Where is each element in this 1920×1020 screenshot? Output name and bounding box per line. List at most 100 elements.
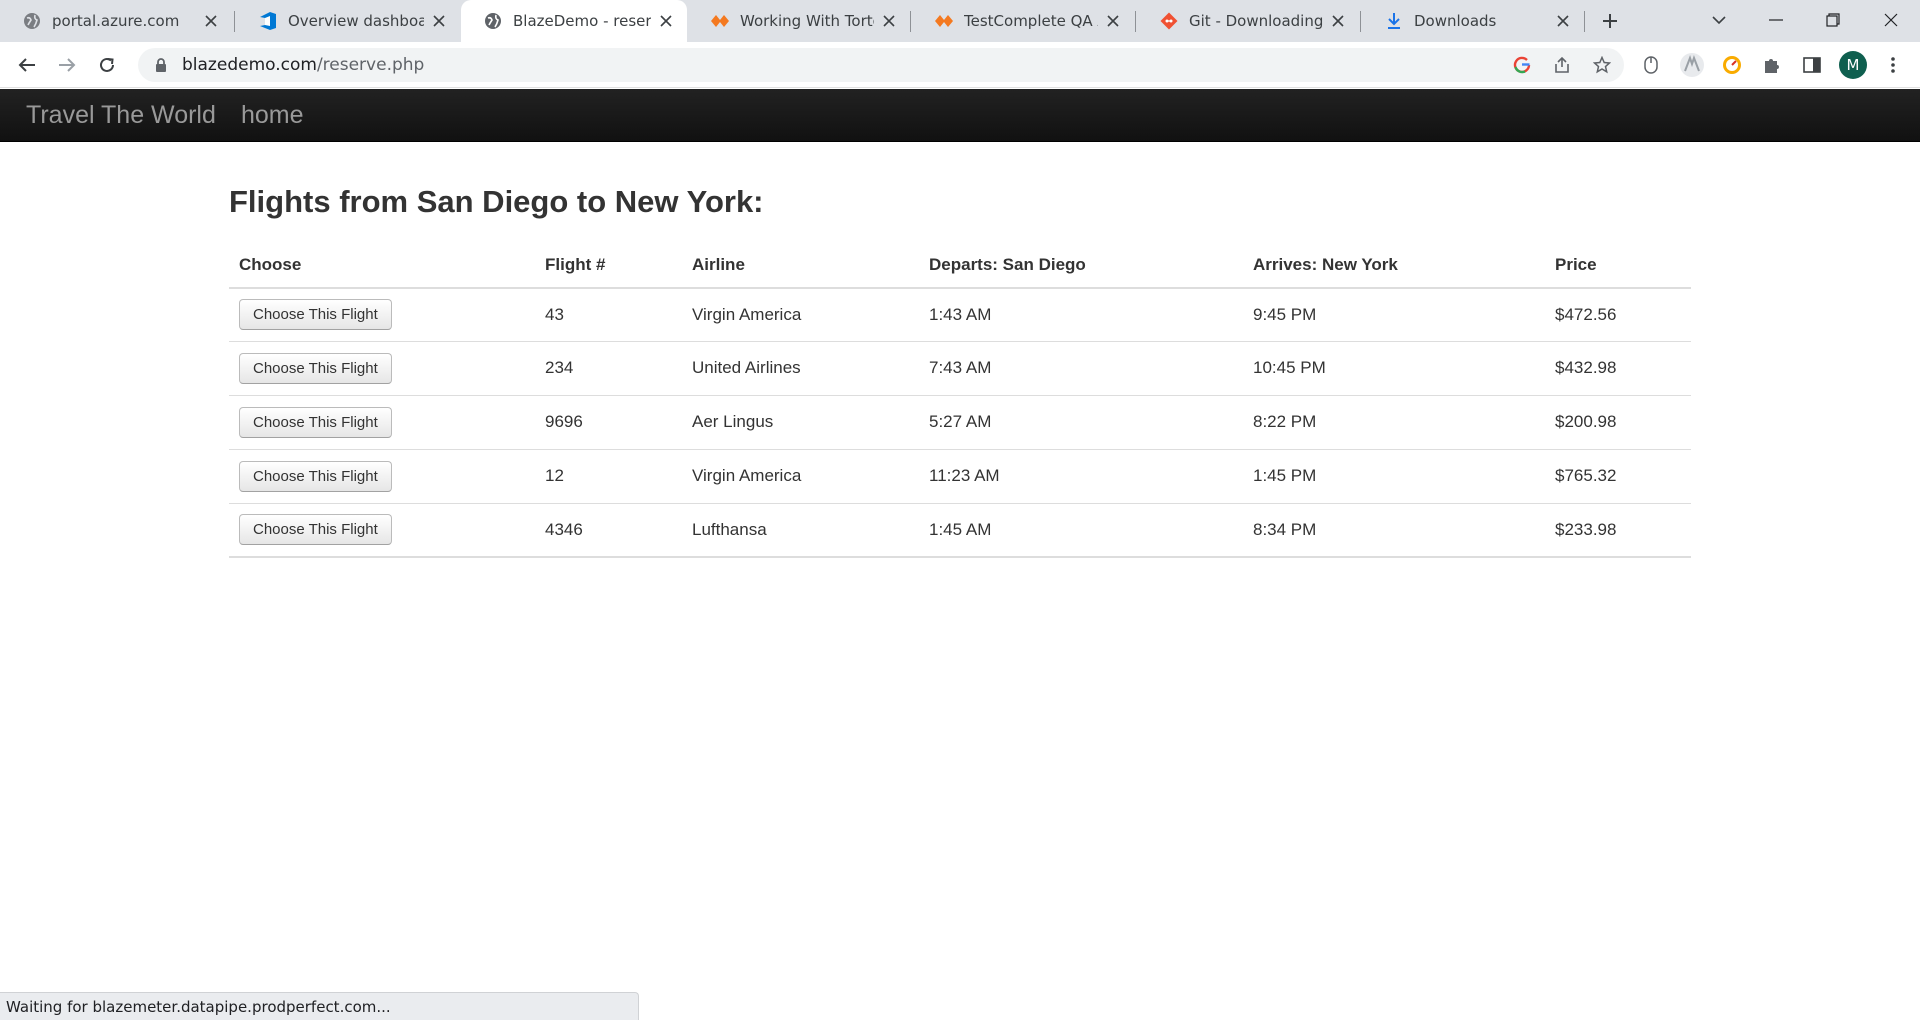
flight-number: 43: [545, 304, 564, 324]
price: $432.98: [1545, 340, 1691, 395]
close-window-button[interactable]: [1871, 0, 1911, 40]
close-icon: [1884, 13, 1898, 27]
speedometer-icon: [1723, 56, 1741, 74]
extension-arrow[interactable]: [1678, 51, 1706, 79]
reload-button[interactable]: [93, 51, 121, 79]
smartbear-icon: [710, 11, 730, 31]
price: $472.56: [1555, 304, 1617, 324]
arrival-time: 8:34 PM: [1243, 502, 1545, 558]
choose-flight-button[interactable]: Choose This Flight: [239, 299, 392, 331]
tab-portal-azure[interactable]: portal.azure.com: [0, 0, 232, 42]
airline: Aer Lingus: [682, 394, 919, 449]
departure-time: 1:45 AM: [919, 502, 1243, 558]
tab-title: Working With Tortoise: [740, 12, 874, 30]
departure-time: 11:23 AM: [919, 448, 1243, 503]
browser-toolbar: blazedemo.com/reserve.php M: [0, 42, 1920, 88]
close-icon[interactable]: [1104, 12, 1122, 30]
tab-testcomplete-qa[interactable]: TestComplete QA Arch: [912, 0, 1134, 42]
choose-cell: Choose This Flight: [229, 448, 535, 503]
plus-icon: [1603, 14, 1617, 28]
chevron-down-icon: [1712, 16, 1726, 25]
close-icon[interactable]: [1554, 12, 1572, 30]
airline: United Airlines: [682, 340, 919, 395]
tab-search-button[interactable]: [1699, 0, 1739, 40]
close-icon[interactable]: [430, 12, 448, 30]
google-lens-button[interactable]: [1508, 51, 1536, 79]
restore-button[interactable]: [1813, 0, 1853, 40]
globe-icon: [22, 11, 42, 31]
flight-number: 234: [535, 340, 682, 395]
flights-table: Choose Flight # Airline Departs: San Die…: [229, 243, 1691, 558]
url-text[interactable]: blazedemo.com/reserve.php: [182, 55, 424, 75]
arrival-time: 9:45 PM: [1253, 304, 1317, 324]
airline: Virgin America: [692, 304, 802, 324]
tab-strip: portal.azure.com Overview dashboard - Bl…: [0, 0, 1920, 42]
url-path: /reserve.php: [316, 55, 425, 75]
minimize-icon: [1769, 19, 1783, 21]
status-bubble: Waiting for blazemeter.datapipe.prodperf…: [0, 992, 639, 1020]
tab-separator: [234, 11, 235, 32]
choose-flight-button[interactable]: Choose This Flight: [239, 352, 392, 384]
column-header-choose: Choose: [229, 243, 535, 289]
choose-flight-button[interactable]: Choose This Flight: [239, 460, 392, 492]
brand-link[interactable]: Travel The World: [26, 101, 216, 130]
tab-overview-dashboard[interactable]: Overview dashboard -: [236, 0, 460, 42]
airline: Virgin America: [682, 448, 919, 503]
tab-separator: [1584, 11, 1585, 32]
close-icon[interactable]: [202, 12, 220, 30]
azure-devops-icon: [258, 11, 278, 31]
share-button[interactable]: [1548, 51, 1576, 79]
share-icon: [1555, 56, 1569, 73]
column-header-flight-number: Flight #: [535, 243, 682, 289]
flight-number: 12: [535, 448, 682, 503]
tab-blazedemo-reserve[interactable]: BlazeDemo - reserve: [461, 0, 687, 42]
bookmark-button[interactable]: [1588, 51, 1616, 79]
smartbear-icon: [934, 11, 954, 31]
table-row: Choose This Flight 234 United Airlines 7…: [229, 340, 1691, 395]
extensions-button[interactable]: [1758, 51, 1786, 79]
forward-button[interactable]: [53, 51, 81, 79]
choose-flight-button[interactable]: Choose This Flight: [239, 406, 392, 438]
price: $233.98: [1545, 502, 1691, 558]
column-header-departs: Departs: San Diego: [919, 243, 1243, 289]
browser-menu-button[interactable]: [1879, 51, 1907, 79]
minimize-button[interactable]: [1756, 0, 1796, 40]
flight-number: 9696: [535, 394, 682, 449]
profile-avatar[interactable]: M: [1839, 51, 1867, 79]
table-row: Choose This Flight 12 Virgin America 11:…: [229, 448, 1691, 503]
extension-speed[interactable]: [1718, 51, 1746, 79]
table-row: Choose This Flight 4346 Lufthansa 1:45 A…: [229, 502, 1691, 558]
back-button[interactable]: [13, 51, 41, 79]
choose-cell: Choose This Flight: [229, 394, 535, 449]
airline: Lufthansa: [682, 502, 919, 558]
arrow-left-icon: [18, 58, 35, 72]
tab-separator: [1135, 11, 1136, 32]
globe-icon: [483, 11, 503, 31]
lock-icon[interactable]: [152, 56, 170, 74]
page-title: Flights from San Diego to New York:: [229, 184, 764, 219]
table-header-row: Choose Flight # Airline Departs: San Die…: [229, 243, 1691, 289]
close-icon[interactable]: [657, 12, 675, 30]
puzzle-icon: [1765, 59, 1779, 73]
arrival-time: 8:22 PM: [1243, 394, 1545, 449]
column-header-airline: Airline: [682, 243, 919, 289]
home-link[interactable]: home: [241, 101, 304, 130]
address-bar[interactable]: blazedemo.com/reserve.php: [138, 48, 1624, 82]
close-icon[interactable]: [1329, 12, 1347, 30]
tab-working-with-tortoise[interactable]: Working With Tortoise: [688, 0, 910, 42]
tab-title: BlazeDemo - reserve: [513, 12, 651, 30]
arrival-time: 10:45 PM: [1243, 340, 1545, 395]
tab-title: TestComplete QA Arch: [964, 12, 1098, 30]
tab-title: Git - Downloading Pa: [1189, 12, 1323, 30]
mouse-icon: [1644, 56, 1658, 74]
choose-cell: Choose This Flight: [229, 340, 535, 395]
tab-downloads[interactable]: Downloads: [1362, 0, 1584, 42]
close-icon[interactable]: [880, 12, 898, 30]
star-icon: [1593, 56, 1611, 74]
choose-flight-button[interactable]: Choose This Flight: [239, 514, 392, 546]
tab-git-downloading[interactable]: Git - Downloading Pa: [1137, 0, 1359, 42]
download-icon: [1384, 11, 1404, 31]
extension-mouse[interactable]: [1637, 51, 1665, 79]
side-panel-button[interactable]: [1798, 51, 1826, 79]
new-tab-button[interactable]: [1596, 7, 1624, 35]
